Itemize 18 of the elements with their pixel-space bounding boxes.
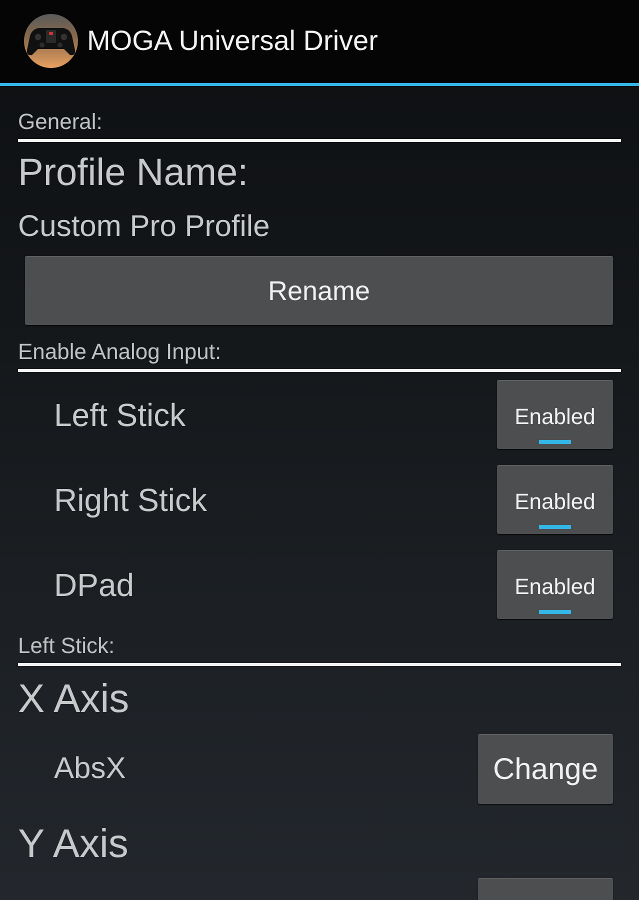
- rename-button[interactable]: Rename: [25, 256, 613, 325]
- profile-label: Profile Name:: [18, 151, 248, 196]
- section-heading: General:: [18, 108, 102, 136]
- axis-title: X Axis: [18, 676, 130, 723]
- toggle-label: DPad: [54, 566, 134, 604]
- mapping-value: AbsX: [54, 751, 126, 787]
- profile-name: Custom Pro Profile: [18, 209, 270, 245]
- gamepad-icon: [24, 14, 78, 68]
- section-heading: Enable Analog Input:: [18, 338, 222, 366]
- toggle-label: Right Stick: [54, 480, 207, 520]
- toggle-label: Left Stick: [54, 396, 186, 434]
- section-heading: Left Stick:: [18, 632, 115, 660]
- axis-title: Y Axis: [18, 821, 128, 868]
- mapping-button[interactable]: Change: [478, 734, 613, 804]
- toggle-button[interactable]: Enabled: [497, 465, 613, 534]
- toggle-button[interactable]: Enabled: [497, 550, 613, 619]
- toggle-button[interactable]: Enabled: [497, 380, 613, 449]
- app-title: MOGA Universal Driver: [87, 24, 378, 58]
